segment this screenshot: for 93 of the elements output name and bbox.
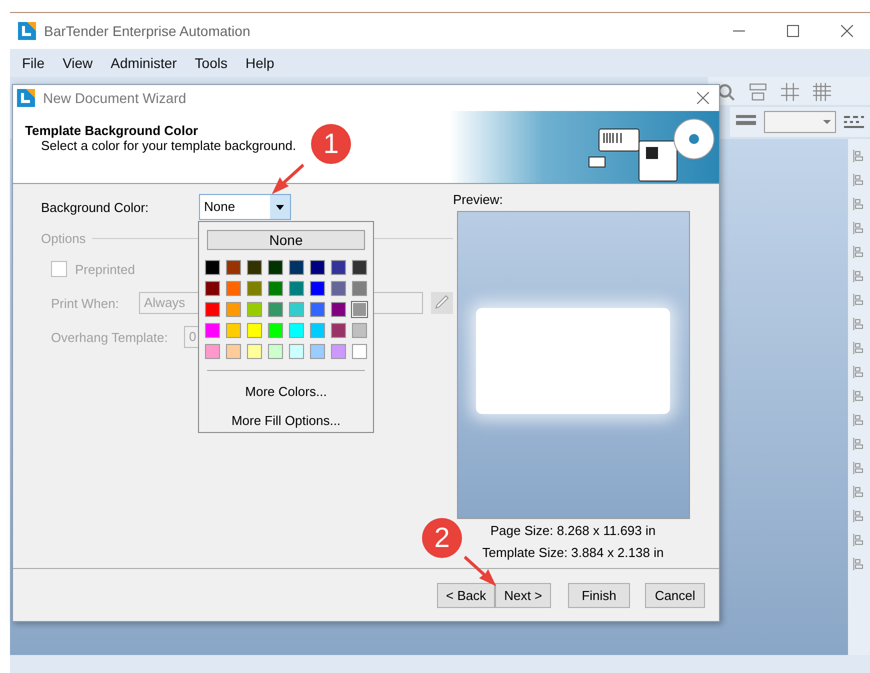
color-swatch[interactable] (310, 302, 325, 317)
align-icon[interactable] (852, 389, 866, 403)
color-swatch[interactable] (289, 302, 304, 317)
edit-icon[interactable] (431, 292, 453, 314)
app-logo-icon (17, 89, 35, 107)
menu-item[interactable]: Help (245, 55, 274, 71)
grid-icon[interactable] (812, 83, 832, 101)
color-swatch[interactable] (268, 323, 283, 338)
color-swatch[interactable] (226, 323, 241, 338)
color-swatch[interactable] (268, 281, 283, 296)
caret-icon (823, 120, 831, 124)
step-heading: Template Background Color (25, 123, 198, 138)
color-swatch[interactable] (247, 281, 262, 296)
close-icon[interactable] (697, 92, 709, 104)
checkbox-label: Preprinted (75, 262, 135, 276)
color-swatch[interactable] (205, 302, 220, 317)
color-swatch[interactable] (352, 323, 367, 338)
color-swatch[interactable] (331, 323, 346, 338)
align-icon[interactable] (852, 173, 866, 187)
field-label: Print When: (51, 296, 120, 310)
template-size-text: Template Size: 3.884 x 2.138 in (482, 544, 664, 562)
align-icon[interactable] (852, 149, 866, 163)
align-icon[interactable] (852, 509, 866, 523)
color-swatch[interactable] (352, 344, 367, 359)
color-swatch[interactable] (247, 260, 262, 275)
align-icon[interactable] (852, 317, 866, 331)
window-title: BarTender Enterprise Automation (44, 23, 250, 39)
color-swatch[interactable] (268, 260, 283, 275)
menu-item[interactable]: File (22, 55, 45, 71)
align-icon[interactable] (852, 533, 866, 547)
color-swatch[interactable] (247, 323, 262, 338)
color-swatch[interactable] (226, 302, 241, 317)
color-swatch[interactable] (289, 260, 304, 275)
maximize-icon[interactable] (787, 25, 799, 37)
wizard-button[interactable]: Next > (495, 582, 552, 608)
color-swatch[interactable] (352, 260, 367, 275)
color-swatch[interactable] (289, 344, 304, 359)
preview-label: Preview: (453, 192, 503, 207)
color-swatch[interactable] (289, 323, 304, 338)
menu-item[interactable]: View (62, 55, 93, 71)
dash-style-icon[interactable] (844, 113, 864, 131)
color-swatch[interactable] (268, 302, 283, 317)
menu-item[interactable]: Administer (110, 55, 177, 71)
color-swatch[interactable] (268, 344, 283, 359)
group-legend: Options (41, 230, 86, 246)
color-swatch[interactable] (205, 323, 220, 338)
color-swatch[interactable] (310, 323, 325, 338)
align-icon[interactable] (852, 293, 866, 307)
color-swatch[interactable] (310, 344, 325, 359)
align-icon[interactable] (852, 413, 866, 427)
align-icon[interactable] (852, 557, 866, 571)
color-swatch[interactable] (331, 344, 346, 359)
color-swatch[interactable] (352, 281, 367, 296)
color-swatch[interactable] (205, 281, 220, 296)
field-label: Overhang Template: (51, 330, 169, 344)
align-icon[interactable] (852, 461, 866, 475)
color-swatch[interactable] (226, 260, 241, 275)
field-label: Background Color: (41, 200, 150, 214)
color-swatch[interactable] (331, 260, 346, 275)
align-icon[interactable] (852, 269, 866, 283)
color-swatch[interactable] (205, 344, 220, 359)
align-icon[interactable] (852, 365, 866, 379)
menu-item[interactable]: Tools (194, 55, 228, 71)
dialog-title: New Document Wizard (43, 90, 186, 106)
color-swatch[interactable] (247, 302, 262, 317)
color-swatch[interactable] (310, 281, 325, 296)
wizard-button[interactable]: < Back (437, 582, 496, 608)
align-icon[interactable] (852, 221, 866, 235)
align-icon[interactable] (852, 437, 866, 451)
align-icon[interactable] (852, 485, 866, 499)
color-swatch[interactable] (247, 344, 262, 359)
color-swatch[interactable] (331, 281, 346, 296)
background-color-dropdown[interactable]: None (199, 194, 291, 220)
color-swatch[interactable] (205, 260, 220, 275)
color-swatch[interactable] (289, 281, 304, 296)
palette-option[interactable]: More Fill Options... (231, 406, 341, 435)
align-icon[interactable] (852, 341, 866, 355)
color-swatch[interactable] (310, 260, 325, 275)
page-size-text: Page Size: 8.268 x 11.693 in (490, 522, 656, 540)
align-icon[interactable] (852, 245, 866, 259)
color-swatch[interactable] (331, 302, 346, 317)
wizard-button[interactable]: Finish (568, 582, 630, 608)
align-icon[interactable] (852, 197, 866, 211)
none-color-button[interactable]: None (207, 230, 365, 250)
app-logo-icon (18, 22, 36, 40)
color-swatch[interactable] (226, 344, 241, 359)
step-description: Select a color for your template background. (41, 138, 296, 153)
guides-icon[interactable] (780, 83, 800, 101)
wizard-button[interactable]: Cancel (645, 582, 706, 608)
palette-option[interactable]: More Colors... (245, 377, 327, 406)
close-icon[interactable] (841, 25, 853, 37)
color-swatch[interactable] (226, 281, 241, 296)
line-style-dropdown[interactable] (764, 111, 836, 133)
